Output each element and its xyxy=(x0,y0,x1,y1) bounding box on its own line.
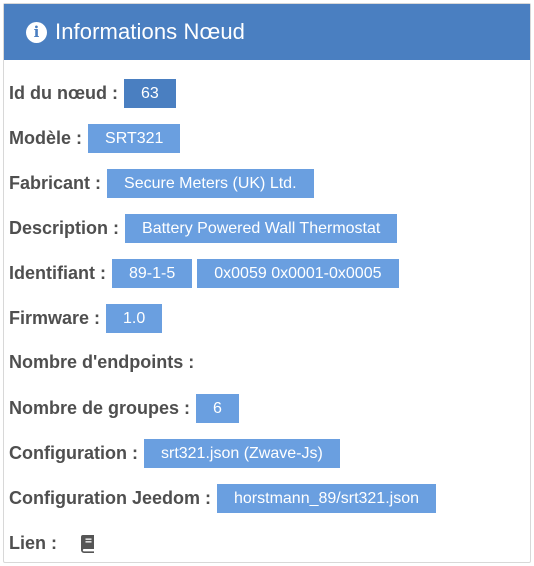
model-label: Modèle : xyxy=(9,128,83,148)
jeedom-configuration-value: horstmann_89/srt321.json xyxy=(217,484,436,513)
configuration-row: Configuration : srt321.json (Zwave-Js) xyxy=(9,439,345,468)
configuration-label: Configuration : xyxy=(9,443,138,463)
description-label: Description : xyxy=(9,218,120,238)
manufacturer-value: Secure Meters (UK) Ltd. xyxy=(107,169,314,198)
firmware-row: Firmware : 1.0 xyxy=(9,304,167,333)
description-value: Battery Powered Wall Thermostat xyxy=(125,214,398,243)
identifier-hex-value: 0x0059 0x0001-0x0005 xyxy=(197,259,399,288)
endpoints-label: Nombre d'endpoints : xyxy=(9,352,195,372)
identifier-value: 89-1-5 xyxy=(112,259,193,288)
book-icon[interactable] xyxy=(81,534,95,553)
firmware-value: 1.0 xyxy=(106,304,163,333)
model-row: Modèle : SRT321 xyxy=(9,124,185,153)
manufacturer-row: Fabricant : Secure Meters (UK) Ltd. xyxy=(9,169,319,198)
node-id-row: Id du nœud : 63 xyxy=(9,79,181,108)
node-id-value: 63 xyxy=(123,79,176,108)
model-value: SRT321 xyxy=(88,124,181,153)
endpoints-row: Nombre d'endpoints : xyxy=(9,348,200,377)
groups-row: Nombre de groupes : 6 xyxy=(9,394,244,423)
groups-value: 6 xyxy=(196,394,239,423)
link-row: Lien : xyxy=(9,529,95,558)
jeedom-configuration-row: Configuration Jeedom : horstmann_89/srt3… xyxy=(9,484,441,513)
identifier-label: Identifiant : xyxy=(9,263,106,283)
firmware-label: Firmware : xyxy=(9,308,101,328)
identifier-row: Identifiant : 89-1-5 0x0059 0x0001-0x000… xyxy=(9,259,404,288)
configuration-value: srt321.json (Zwave-Js) xyxy=(143,439,340,468)
groups-label: Nombre de groupes : xyxy=(9,398,191,418)
manufacturer-label: Fabricant : xyxy=(9,173,102,193)
info-circle-icon: i xyxy=(26,21,47,43)
jeedom-configuration-label: Configuration Jeedom : xyxy=(9,488,211,508)
panel-header: i Informations Nœud xyxy=(4,4,530,60)
description-row: Description : Battery Powered Wall Therm… xyxy=(9,214,402,243)
node-id-label: Id du nœud : xyxy=(9,83,118,103)
link-label: Lien : xyxy=(9,533,57,553)
panel-title: Informations Nœud xyxy=(55,19,245,44)
